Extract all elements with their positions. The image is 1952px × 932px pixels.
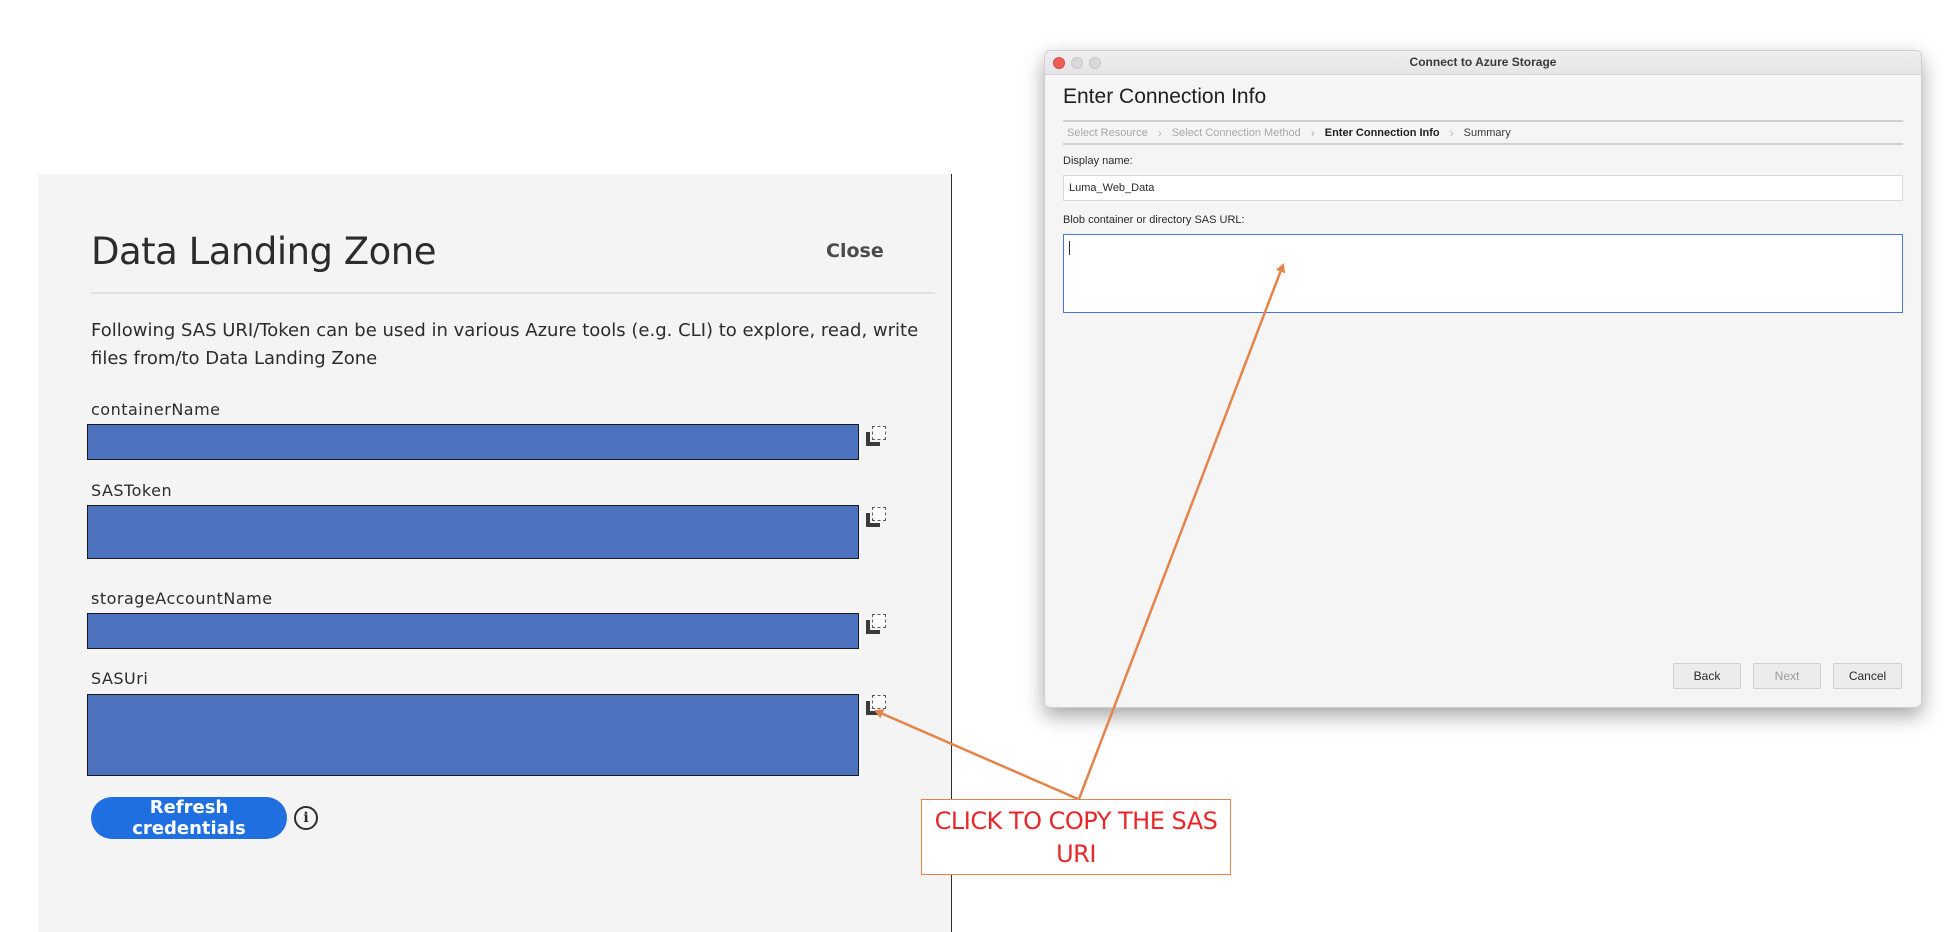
chevron-right-icon: › bbox=[1310, 126, 1315, 140]
chevron-right-icon: › bbox=[1157, 126, 1162, 140]
annotation-callout: CLICK TO COPY THE SAS URI bbox=[921, 799, 1231, 875]
copy-sas-token-icon[interactable] bbox=[866, 507, 888, 529]
window-titlebar: Connect to Azure Storage bbox=[1045, 51, 1921, 75]
sas-uri-label: SASUri bbox=[91, 669, 149, 688]
sas-token-label: SASToken bbox=[91, 481, 173, 500]
refresh-credentials-button[interactable]: Refresh credentials bbox=[91, 797, 287, 839]
breadcrumb-select-resource: Select Resource bbox=[1067, 127, 1148, 139]
copy-container-name-icon[interactable] bbox=[866, 426, 888, 448]
sas-url-input[interactable] bbox=[1063, 234, 1903, 313]
connect-azure-storage-window: Connect to Azure Storage Enter Connectio… bbox=[1044, 50, 1922, 708]
back-button[interactable]: Back bbox=[1673, 663, 1741, 689]
breadcrumb-enter-connection-info: Enter Connection Info bbox=[1324, 127, 1440, 139]
header-divider bbox=[91, 292, 935, 294]
container-name-label: containerName bbox=[91, 400, 221, 419]
copy-storage-account-name-icon[interactable] bbox=[866, 614, 888, 636]
display-name-label: Display name: bbox=[1063, 155, 1133, 167]
container-name-field[interactable] bbox=[87, 424, 859, 460]
breadcrumb-select-connection-method: Select Connection Method bbox=[1171, 127, 1301, 139]
display-name-input[interactable] bbox=[1063, 175, 1903, 201]
info-icon[interactable]: i bbox=[294, 806, 318, 830]
data-landing-zone-panel: Data Landing Zone Close Following SAS UR… bbox=[38, 174, 952, 932]
copy-sas-uri-icon[interactable] bbox=[866, 695, 888, 717]
text-caret bbox=[1069, 241, 1070, 255]
panel-description: Following SAS URI/Token can be used in v… bbox=[91, 320, 919, 369]
close-button[interactable]: Close bbox=[826, 240, 884, 262]
heading-divider bbox=[1063, 120, 1903, 122]
panel-title: Data Landing Zone bbox=[91, 230, 437, 273]
window-title: Connect to Azure Storage bbox=[1409, 55, 1557, 69]
sas-uri-field[interactable] bbox=[87, 694, 859, 776]
sas-token-field[interactable] bbox=[87, 505, 859, 559]
wizard-breadcrumb: Select Resource › Select Connection Meth… bbox=[1063, 124, 1903, 142]
storage-account-name-field[interactable] bbox=[87, 613, 859, 649]
next-button[interactable]: Next bbox=[1753, 663, 1821, 689]
cancel-button[interactable]: Cancel bbox=[1833, 663, 1902, 689]
chevron-right-icon: › bbox=[1449, 126, 1454, 140]
storage-account-name-label: storageAccountName bbox=[91, 589, 273, 608]
dialog-heading: Enter Connection Info bbox=[1063, 85, 1267, 108]
sas-url-label: Blob container or directory SAS URL: bbox=[1063, 214, 1245, 226]
breadcrumb-divider bbox=[1063, 143, 1903, 145]
breadcrumb-summary: Summary bbox=[1463, 127, 1511, 139]
